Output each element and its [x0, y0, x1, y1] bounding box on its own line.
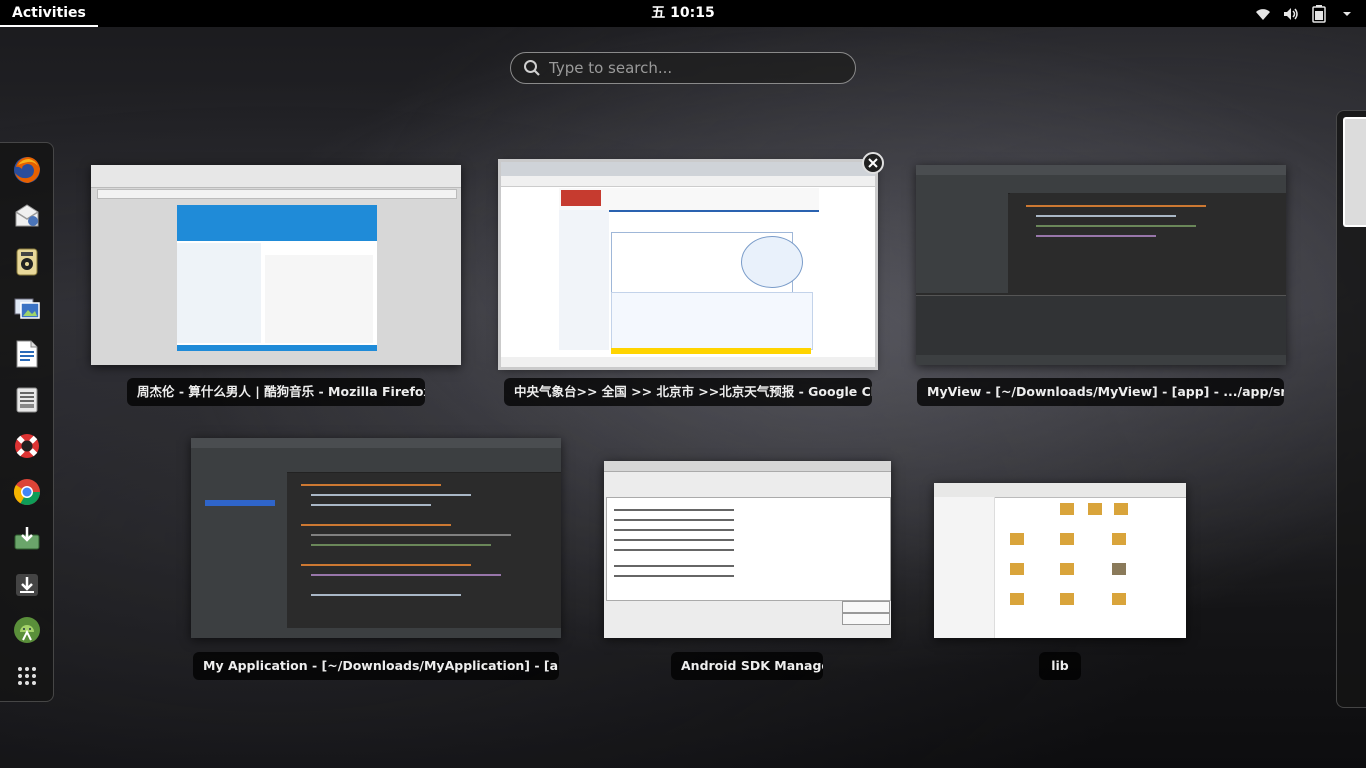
chrome-icon[interactable] [10, 475, 44, 509]
window-thumbnail[interactable] [191, 438, 561, 638]
android-sdk-download-icon[interactable] [10, 567, 44, 601]
workspace-switcher[interactable] [1336, 110, 1366, 708]
clock[interactable]: 五 10:15 [0, 0, 1366, 27]
shotwell-photos-icon[interactable] [10, 291, 44, 325]
battery-icon[interactable] [1310, 4, 1328, 23]
firefox-icon[interactable] [10, 153, 44, 187]
window-title: Android SDK Manager [671, 652, 823, 680]
rhythmbox-music-icon[interactable] [10, 245, 44, 279]
window-title: My Application - [~/Downloads/MyApplicat… [193, 652, 559, 680]
close-window-button[interactable] [862, 152, 884, 174]
window-title: 周杰伦 - 算什么男人 | 酷狗音乐 - Mozilla Firefox [127, 378, 425, 406]
show-apps-grid-icon[interactable] [10, 659, 44, 693]
wifi-icon[interactable] [1254, 5, 1272, 23]
documents-icon[interactable] [10, 383, 44, 417]
downloads-icon[interactable] [10, 521, 44, 555]
search-icon [524, 60, 540, 76]
libreoffice-writer-icon[interactable] [10, 337, 44, 371]
search-entry[interactable] [510, 52, 856, 84]
window-title: lib [1039, 652, 1081, 680]
thunderbird-mail-icon[interactable] [10, 199, 44, 233]
window-title: 中央气象台>> 全国 >> 北京市 >>北京天气预报 - Google Ch..… [504, 378, 872, 406]
system-tray[interactable] [1254, 0, 1356, 27]
window-thumbnail[interactable] [604, 461, 891, 638]
top-bar: Activities 五 10:15 [0, 0, 1366, 27]
window-title: MyView - [~/Downloads/MyView] - [app] - … [917, 378, 1284, 406]
system-menu-arrow-icon[interactable] [1338, 5, 1356, 23]
dash [0, 142, 54, 702]
close-icon [868, 158, 878, 168]
help-lifebuoy-icon[interactable] [10, 429, 44, 463]
android-studio-icon[interactable] [10, 613, 44, 647]
volume-icon[interactable] [1282, 5, 1300, 23]
window-thumbnail[interactable] [91, 165, 461, 365]
window-thumbnail[interactable] [498, 159, 878, 370]
window-thumbnail[interactable] [916, 165, 1286, 365]
workspace-thumbnail[interactable] [1343, 117, 1366, 227]
search-input[interactable] [547, 58, 841, 78]
window-thumbnail[interactable] [934, 483, 1186, 638]
